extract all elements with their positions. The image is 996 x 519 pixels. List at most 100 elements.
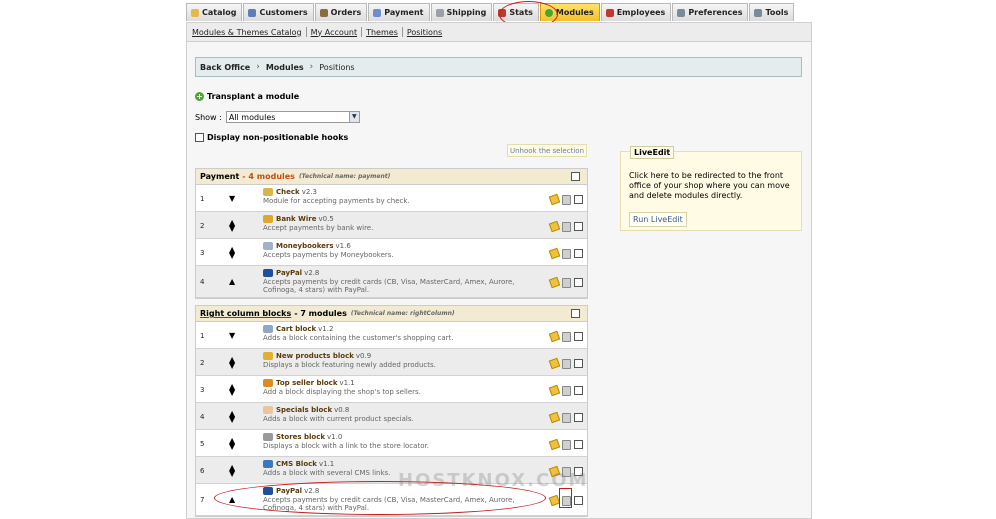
module-icon [263,215,273,223]
subnav-modules-themes-catalog[interactable]: Modules & Themes Catalog [190,28,304,37]
trash-icon[interactable] [562,413,571,423]
module-icon [263,188,273,196]
module-name: PayPal v2.8 [276,269,319,277]
module-title: CMS Block [276,460,317,468]
transplant-module-link[interactable]: + Transplant a module [195,92,299,101]
hook-select-all-checkbox[interactable] [571,309,580,318]
module-row: 2 ▲ ▼ New products block v0.9 Displays a bloc… [196,349,587,376]
move-arrows[interactable]: ▼ [229,195,235,203]
module-row: 5 ▲ ▼ Stores block v1.0 Displays a block with… [196,430,587,457]
breadcrumb-current: Positions [319,62,355,72]
breadcrumb-root[interactable]: Back Office [200,63,250,72]
module-checkbox[interactable] [574,359,583,368]
edit-icon[interactable] [548,276,561,289]
move-arrows[interactable]: ▲ ▼ [229,219,235,233]
module-title: Bank Wire [276,215,317,223]
show-selected-value: All modules [228,112,276,122]
watermark: HOSTKNOX.COM [398,470,589,491]
trash-icon[interactable] [562,386,571,396]
trash-icon[interactable] [562,222,571,232]
tab-label: Payment [384,8,424,17]
edit-icon[interactable] [548,411,561,424]
module-row: 3 ▲ ▼ Top seller block v1.1 Add a block displ… [196,376,587,403]
tab-label: Catalog [202,8,237,17]
module-checkbox[interactable] [574,440,583,449]
run-liveedit-button[interactable]: Run LiveEdit [629,212,687,227]
module-description: Accepts payments by Moneybookers. [263,251,394,259]
module-icon [263,325,273,333]
folder-icon [191,8,199,17]
trash-icon[interactable] [562,249,571,259]
trash-icon[interactable] [562,195,571,205]
module-position: 1 [200,195,205,203]
tools-icon [754,8,763,17]
edit-icon[interactable] [548,330,561,343]
module-row: 2 ▲ ▼ Bank Wire v0.5 Accept payments by bank … [196,212,587,239]
subnav-separator [361,27,363,37]
tab-catalog[interactable]: Catalog [186,3,243,21]
module-title: Cart block [276,325,317,333]
module-position: 7 [200,496,205,504]
breadcrumb-section[interactable]: Modules [266,63,304,72]
move-arrows[interactable]: ▲ ▼ [229,246,235,260]
trash-icon[interactable] [562,359,571,369]
subnav-themes[interactable]: Themes [364,28,400,37]
tab-tools[interactable]: Tools [749,3,795,21]
module-name: Stores block v1.0 [276,433,342,441]
tab-label: Shipping [446,8,487,17]
module-description: Add a block displaying the shop's top se… [263,388,421,396]
edit-icon[interactable] [548,247,561,260]
module-icon [263,406,273,414]
tab-preferences[interactable]: Preferences [672,3,749,21]
edit-icon[interactable] [548,220,561,233]
liveedit-description: Click here to be redirected to the front… [629,171,790,200]
customers-icon [248,8,257,17]
tab-shipping[interactable]: Shipping [430,3,493,21]
move-arrows[interactable]: ▲ ▼ [229,437,235,451]
nonpositionable-hooks-checkbox[interactable] [195,133,204,142]
move-arrows[interactable]: ▼ [229,332,235,340]
module-position: 3 [200,249,205,257]
edit-icon[interactable] [548,193,561,206]
module-title: PayPal [276,269,303,277]
trash-icon[interactable] [562,332,571,342]
module-checkbox[interactable] [574,332,583,341]
module-name: Specials block v0.8 [276,406,349,414]
unhook-selection-button[interactable]: Unhook the selection [507,144,587,157]
module-checkbox[interactable] [574,278,583,287]
edit-icon[interactable] [548,357,561,370]
move-arrows[interactable]: ▲ [229,278,235,286]
module-description: Module for accepting payments by check. [263,197,410,205]
tab-orders[interactable]: Orders [314,3,368,21]
show-select[interactable]: All modules ▼ [225,111,360,123]
trash-icon[interactable] [562,440,571,450]
move-arrows[interactable]: ▲ ▼ [229,410,235,424]
module-version: v2.3 [301,188,317,196]
move-arrows[interactable]: ▲ ▼ [229,356,235,370]
transplant-label: Transplant a module [207,92,300,101]
tab-customers[interactable]: Customers [243,3,314,21]
tab-label: Modules [555,8,594,17]
subnav-positions[interactable]: Positions [405,28,444,37]
subnav-my-account[interactable]: My Account [309,28,359,37]
module-checkbox[interactable] [574,386,583,395]
module-checkbox[interactable] [574,496,583,505]
module-name: Moneybookers v1.6 [276,242,351,250]
module-checkbox[interactable] [574,222,583,231]
show-filter: Show : All modules ▼ [195,111,360,123]
module-row: 1 ▼ Check v2.3 Module for accepting payments… [196,185,587,212]
edit-icon[interactable] [548,384,561,397]
trash-icon[interactable] [562,278,571,288]
move-arrows[interactable]: ▲ ▼ [229,383,235,397]
module-checkbox[interactable] [574,413,583,422]
module-title: Top seller block [276,379,338,387]
tab-employees[interactable]: Employees [600,3,672,21]
module-checkbox[interactable] [574,195,583,204]
move-arrows[interactable]: ▲ ▼ [229,464,235,478]
module-checkbox[interactable] [574,249,583,258]
hook-select-all-checkbox[interactable] [571,172,580,181]
show-label: Show : [195,112,222,122]
edit-icon[interactable] [548,438,561,451]
tab-payment[interactable]: Payment [368,3,430,21]
module-position: 3 [200,386,205,394]
